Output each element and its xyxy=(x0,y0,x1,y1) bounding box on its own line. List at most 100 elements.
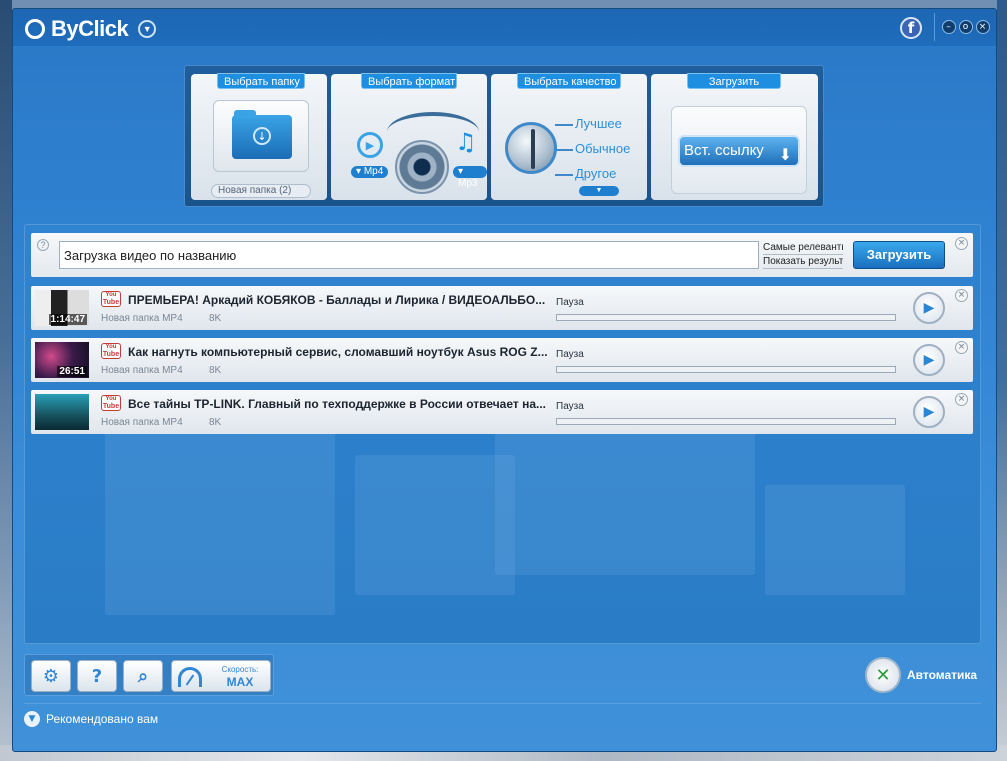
search-input[interactable] xyxy=(59,241,759,269)
folder-name: Новая папка (2) xyxy=(211,184,311,198)
video-play-icon: ▶ xyxy=(357,132,383,158)
search-bar: ? Самые релевантны Показать результат За… xyxy=(31,233,973,277)
desktop-background-left xyxy=(0,0,12,761)
remove-download-icon[interactable]: × xyxy=(955,393,968,406)
automatic-mode-label: Автоматика xyxy=(907,668,978,682)
chevron-down-icon: ▼ xyxy=(24,711,40,727)
download-status: Пауза xyxy=(556,297,584,308)
youtube-icon: You Tube xyxy=(101,395,121,411)
quality-connector xyxy=(555,124,573,126)
bottom-toolbar: ⚙ ? ⌕ Скорость: MAX xyxy=(24,654,274,696)
quality-dropdown[interactable]: ▼ xyxy=(579,186,619,196)
background-tile xyxy=(355,455,515,595)
video-folder: Новая папка MP4 xyxy=(101,417,183,428)
resume-play-icon[interactable]: ▶ xyxy=(913,292,945,324)
search-options: Самые релевантны Показать результат xyxy=(763,241,843,269)
download-row[interactable]: 26:51 You Tube Как нагнуть компьютерный с… xyxy=(31,338,973,382)
remove-download-icon[interactable]: × xyxy=(955,289,968,302)
video-format-select[interactable]: ▾ Mp4 xyxy=(351,166,389,178)
quality-option-best[interactable]: Лучшее xyxy=(575,116,622,131)
video-title: Как нагнуть компьютерный сервис, сломавш… xyxy=(128,345,548,359)
recommended-toggle[interactable]: ▼ Рекомендовано вам xyxy=(24,711,158,727)
background-tile xyxy=(765,485,905,595)
byclick-window: ByClick ▼ f – o × Выбрать папку ↓ Новая … xyxy=(12,8,997,752)
step-download[interactable]: Загрузить Вст. ссылку ⬇ xyxy=(651,73,818,200)
remove-download-icon[interactable]: × xyxy=(955,341,968,354)
video-title: Все тайны TP-LINK. Главный по техподдерж… xyxy=(128,397,547,411)
help-button[interactable]: ? xyxy=(77,660,117,692)
recommended-label: Рекомендовано вам xyxy=(46,712,159,726)
background-tile xyxy=(105,415,335,615)
close-button[interactable]: × xyxy=(975,20,990,34)
video-thumbnail: 1:14:47 xyxy=(35,290,89,326)
video-size: 8K xyxy=(209,365,222,376)
setup-panel: Выбрать папку ↓ Новая папка (2) Выбрать … xyxy=(184,65,824,207)
video-title: ПРЕМЬЕРА! Аркадий КОБЯКОВ - Баллады и Ли… xyxy=(128,293,546,307)
speedometer-icon xyxy=(178,667,202,687)
app-logo[interactable]: ByClick ▼ xyxy=(25,16,157,42)
video-folder: Новая папка MP4 xyxy=(101,313,183,324)
search-option-relevant[interactable]: Самые релевантны xyxy=(763,241,843,255)
quality-option-normal[interactable]: Обычное xyxy=(575,141,630,156)
quality-knob-icon[interactable] xyxy=(505,122,557,174)
quality-option-other[interactable]: Другое xyxy=(575,166,616,181)
youtube-icon: You Tube xyxy=(101,343,121,359)
video-duration: 1:14:47 xyxy=(48,314,87,325)
close-search-icon[interactable]: × xyxy=(955,237,968,250)
title-bar[interactable]: ByClick ▼ f – o × xyxy=(13,9,996,47)
divider xyxy=(24,703,981,704)
video-folder: Новая папка MP4 xyxy=(101,365,183,376)
step-format-label: Выбрать формат xyxy=(361,73,457,89)
search-download-button[interactable]: Загрузить xyxy=(853,241,945,269)
resume-play-icon[interactable]: ▶ xyxy=(913,396,945,428)
search-icon[interactable]: ⌕ xyxy=(123,660,163,692)
quality-connector xyxy=(555,174,573,176)
step-folder-label: Выбрать папку xyxy=(217,73,305,89)
resume-play-icon[interactable]: ▶ xyxy=(913,344,945,376)
app-name: ByClick xyxy=(51,16,129,41)
video-size: 8K xyxy=(209,417,222,428)
download-row[interactable]: 1:14:47 You Tube ПРЕМЬЕРА! Аркадий КОБЯКО… xyxy=(31,286,973,330)
video-duration: 26:51 xyxy=(57,366,87,377)
app-menu-chevron-icon[interactable]: ▼ xyxy=(138,20,157,38)
folder-icon: ↓ xyxy=(232,110,292,159)
format-dial-icon[interactable] xyxy=(395,140,449,194)
settings-gear-icon[interactable]: ⚙ xyxy=(31,660,71,692)
paste-area: Вст. ссылку ⬇ xyxy=(671,106,807,194)
video-thumbnail: 26:51 xyxy=(35,342,89,378)
window-controls: – o × xyxy=(934,13,996,41)
quality-connector xyxy=(555,149,573,151)
download-arrow-icon: ⬇ xyxy=(778,145,792,164)
download-row[interactable]: You Tube Все тайны TP-LINK. Главный по те… xyxy=(31,390,973,434)
maximize-button[interactable]: o xyxy=(958,20,973,34)
desktop-background-right xyxy=(997,0,1007,761)
download-progress-bar xyxy=(556,366,896,373)
minimize-button[interactable]: – xyxy=(941,20,956,34)
paste-link-button[interactable]: Вст. ссылку ⬇ xyxy=(678,135,800,167)
video-thumbnail xyxy=(35,394,89,430)
step-choose-format[interactable]: Выбрать формат ▶ ♫ ▾ Mp4 ▾ Mp3 xyxy=(331,73,487,200)
help-icon[interactable]: ? xyxy=(37,239,49,251)
speed-value: MAX xyxy=(226,675,254,689)
download-status: Пауза xyxy=(556,349,584,360)
facebook-icon[interactable]: f xyxy=(900,17,922,39)
music-note-icon: ♫ xyxy=(455,128,477,156)
audio-format-select[interactable]: ▾ Mp3 xyxy=(453,166,487,189)
video-size: 8K xyxy=(209,313,222,324)
step-download-label: Загрузить xyxy=(687,73,781,89)
automatic-mode-icon: ✕ xyxy=(865,657,901,693)
folder-button[interactable]: ↓ xyxy=(213,100,309,172)
search-option-show-results[interactable]: Показать результат xyxy=(763,255,843,269)
automatic-mode-button[interactable]: ✕ Автоматика xyxy=(865,657,977,693)
step-quality-label: Выбрать качество xyxy=(517,73,621,89)
downloads-area: ? Самые релевантны Показать результат За… xyxy=(24,224,981,644)
speed-label: Скорость: xyxy=(221,665,259,674)
youtube-icon: You Tube xyxy=(101,291,121,307)
byclick-logo-icon xyxy=(25,19,45,39)
speed-button[interactable]: Скорость: MAX xyxy=(171,660,271,692)
step-choose-folder[interactable]: Выбрать папку ↓ Новая папка (2) xyxy=(191,73,327,200)
download-progress-bar xyxy=(556,418,896,425)
download-status: Пауза xyxy=(556,401,584,412)
step-choose-quality[interactable]: Выбрать качество Лучшее Обычное Другое ▼ xyxy=(491,73,647,200)
download-arrow-icon: ↓ xyxy=(253,127,271,145)
